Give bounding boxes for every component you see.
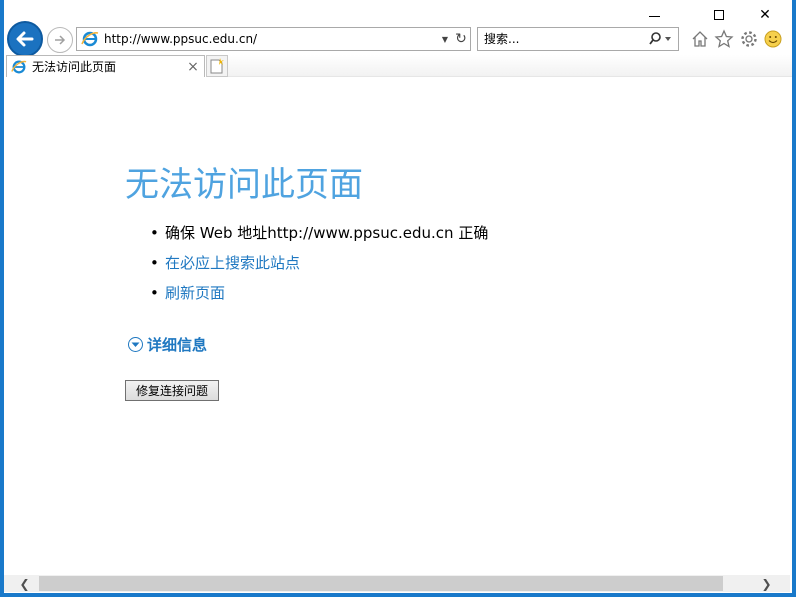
smiley-icon: [764, 30, 782, 48]
details-toggle[interactable]: 详细信息: [128, 334, 207, 355]
feedback-button[interactable]: [762, 28, 784, 50]
bullet: •: [150, 224, 159, 242]
tab-active[interactable]: 无法访问此页面 ×: [6, 55, 205, 77]
ie-logo-icon: [11, 60, 27, 73]
tab-strip: [228, 55, 792, 76]
search-button[interactable]: [644, 32, 678, 46]
details-label: 详细信息: [147, 336, 208, 354]
address-bar[interactable]: http://www.ppsuc.edu.cn/ ▼ ↻: [76, 27, 471, 51]
refresh-page-link[interactable]: 刷新页面: [165, 283, 225, 303]
arrow-right-icon: [55, 35, 66, 45]
address-text[interactable]: http://www.ppsuc.edu.cn/: [104, 32, 438, 46]
scroll-right-icon[interactable]: ❯: [758, 575, 775, 592]
list-item: • 确保 Web 地址http://www.ppsuc.edu.cn 正确: [150, 223, 488, 253]
close-icon: ✕: [759, 7, 771, 23]
favorites-button[interactable]: [713, 28, 735, 50]
magnifier-icon: [649, 32, 671, 45]
search-input[interactable]: [478, 32, 644, 46]
forward-button[interactable]: [47, 27, 73, 53]
back-button[interactable]: [7, 21, 43, 57]
tab-title: 无法访问此页面: [32, 60, 117, 74]
page-title: 无法访问此页面: [125, 165, 363, 205]
list-item: • 在必应上搜索此站点: [150, 253, 488, 283]
tab-close-icon[interactable]: ×: [185, 59, 201, 75]
scrollbar-thumb[interactable]: [39, 576, 723, 591]
maximize-button[interactable]: [696, 0, 742, 30]
page-content: 无法访问此页面 • 确保 Web 地址http://www.ppsuc.edu.…: [4, 77, 790, 575]
search-bing-link[interactable]: 在必应上搜索此站点: [165, 253, 300, 273]
address-dropdown-icon[interactable]: ▼: [438, 35, 452, 44]
minimize-button[interactable]: [631, 0, 677, 30]
arrow-left-icon: [16, 31, 34, 47]
scroll-left-icon[interactable]: ❮: [16, 575, 33, 592]
chevron-down-icon: [128, 337, 143, 352]
bullet: •: [150, 284, 159, 302]
suggestion-list: • 确保 Web 地址http://www.ppsuc.edu.cn 正确 • …: [150, 223, 488, 313]
suggestion-check-address: 确保 Web 地址http://www.ppsuc.edu.cn 正确: [165, 224, 489, 242]
refresh-icon[interactable]: ↻: [452, 31, 470, 47]
fix-connection-button[interactable]: 修复连接问题: [125, 380, 219, 401]
home-button[interactable]: [689, 28, 711, 50]
new-tab-button[interactable]: [206, 55, 228, 77]
maximize-icon: [714, 10, 724, 20]
new-tab-icon: [210, 58, 224, 74]
home-icon: [692, 31, 708, 47]
close-button[interactable]: ✕: [742, 0, 788, 30]
list-item: • 刷新页面: [150, 283, 488, 313]
settings-button[interactable]: [738, 28, 760, 50]
horizontal-scrollbar[interactable]: ❮ ❯: [4, 575, 790, 592]
bullet: •: [150, 254, 159, 272]
search-box[interactable]: [477, 27, 679, 51]
gear-icon: [741, 31, 757, 47]
browser-window: ✕ http://www.ppsuc.edu.cn/ ▼ ↻ 搜索... 无法访…: [4, 0, 792, 593]
minimize-icon: [648, 15, 660, 17]
ie-logo-icon: [81, 31, 99, 47]
star-icon: [714, 29, 734, 48]
